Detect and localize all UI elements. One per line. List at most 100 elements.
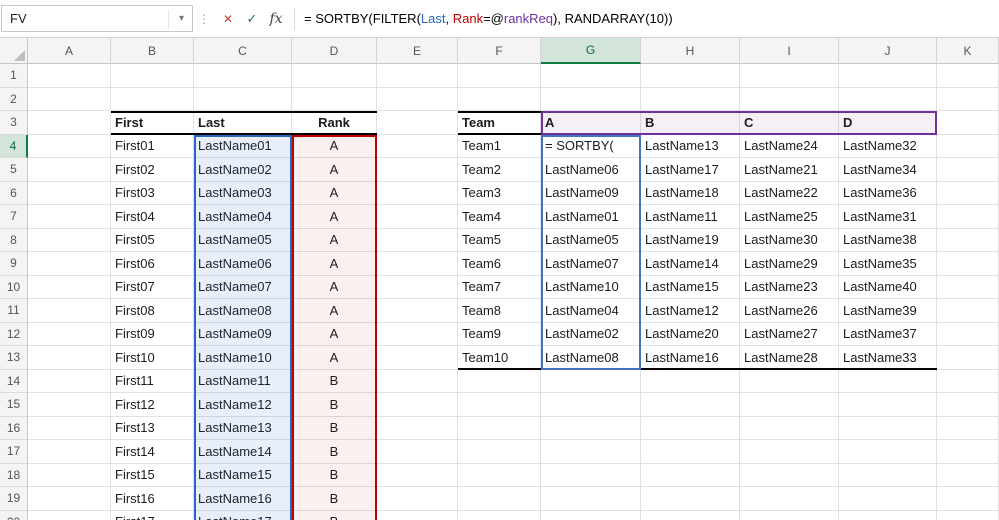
cell-B2[interactable] <box>111 87 194 111</box>
cell-J7[interactable]: LastName31 <box>839 205 937 229</box>
cell-J9[interactable]: LastName35 <box>839 252 937 276</box>
cell-E11[interactable] <box>377 299 458 323</box>
cancel-button[interactable]: ✕ <box>216 7 240 31</box>
cell-H17[interactable] <box>641 440 740 464</box>
cell-H11[interactable]: LastName12 <box>641 299 740 323</box>
cell-I11[interactable]: LastName26 <box>740 299 839 323</box>
cell-E16[interactable] <box>377 416 458 440</box>
cell-B7[interactable]: First04 <box>111 205 194 229</box>
cell-E19[interactable] <box>377 487 458 511</box>
column-header-D[interactable]: D <box>292 38 377 64</box>
cell-C17[interactable]: LastName14 <box>194 440 292 464</box>
cell-E8[interactable] <box>377 228 458 252</box>
row-header-12[interactable]: 12 <box>0 322 28 346</box>
cell-E14[interactable] <box>377 369 458 393</box>
cell-D8[interactable]: A <box>292 228 377 252</box>
cell-D12[interactable]: A <box>292 322 377 346</box>
cell-G10[interactable]: LastName10 <box>541 275 641 299</box>
cell-B12[interactable]: First09 <box>111 322 194 346</box>
cell-K11[interactable] <box>937 299 999 323</box>
cell-G9[interactable]: LastName07 <box>541 252 641 276</box>
cell-D20[interactable]: B <box>292 510 377 520</box>
cell-E5[interactable] <box>377 158 458 182</box>
cell-E13[interactable] <box>377 346 458 370</box>
cell-J15[interactable] <box>839 393 937 417</box>
cell-A19[interactable] <box>28 487 111 511</box>
cell-D6[interactable]: A <box>292 181 377 205</box>
cell-E1[interactable] <box>377 64 458 88</box>
cell-G20[interactable] <box>541 510 641 520</box>
cell-I17[interactable] <box>740 440 839 464</box>
cell-G18[interactable] <box>541 463 641 487</box>
row-header-14[interactable]: 14 <box>0 369 28 393</box>
cell-I6[interactable]: LastName22 <box>740 181 839 205</box>
cell-D9[interactable]: A <box>292 252 377 276</box>
cell-J3[interactable]: D <box>839 111 937 135</box>
cell-F6[interactable]: Team3 <box>458 181 541 205</box>
cell-G15[interactable] <box>541 393 641 417</box>
cell-F16[interactable] <box>458 416 541 440</box>
cell-B16[interactable]: First13 <box>111 416 194 440</box>
cell-H1[interactable] <box>641 64 740 88</box>
cell-F8[interactable]: Team5 <box>458 228 541 252</box>
cell-J6[interactable]: LastName36 <box>839 181 937 205</box>
cell-K6[interactable] <box>937 181 999 205</box>
cell-C1[interactable] <box>194 64 292 88</box>
cell-A13[interactable] <box>28 346 111 370</box>
cell-F18[interactable] <box>458 463 541 487</box>
cell-I3[interactable]: C <box>740 111 839 135</box>
cell-H15[interactable] <box>641 393 740 417</box>
cell-A14[interactable] <box>28 369 111 393</box>
cell-F3[interactable]: Team <box>458 111 541 135</box>
cell-C5[interactable]: LastName02 <box>194 158 292 182</box>
column-header-I[interactable]: I <box>740 38 839 64</box>
cell-B14[interactable]: First11 <box>111 369 194 393</box>
column-header-B[interactable]: B <box>111 38 194 64</box>
cell-J11[interactable]: LastName39 <box>839 299 937 323</box>
column-header-K[interactable]: K <box>937 38 999 64</box>
cell-J1[interactable] <box>839 64 937 88</box>
column-header-J[interactable]: J <box>839 38 937 64</box>
cell-E18[interactable] <box>377 463 458 487</box>
cell-H6[interactable]: LastName18 <box>641 181 740 205</box>
cell-G19[interactable] <box>541 487 641 511</box>
cell-A17[interactable] <box>28 440 111 464</box>
row-header-2[interactable]: 2 <box>0 87 28 111</box>
cell-A6[interactable] <box>28 181 111 205</box>
cell-B8[interactable]: First05 <box>111 228 194 252</box>
cell-F5[interactable]: Team2 <box>458 158 541 182</box>
cell-E3[interactable] <box>377 111 458 135</box>
cell-J13[interactable]: LastName33 <box>839 346 937 370</box>
cell-K9[interactable] <box>937 252 999 276</box>
cell-J20[interactable] <box>839 510 937 520</box>
cell-E20[interactable] <box>377 510 458 520</box>
cell-A18[interactable] <box>28 463 111 487</box>
cell-C14[interactable]: LastName11 <box>194 369 292 393</box>
cell-A11[interactable] <box>28 299 111 323</box>
cell-C19[interactable]: LastName16 <box>194 487 292 511</box>
cell-E6[interactable] <box>377 181 458 205</box>
cell-C9[interactable]: LastName06 <box>194 252 292 276</box>
cell-H19[interactable] <box>641 487 740 511</box>
cell-F14[interactable] <box>458 369 541 393</box>
cell-D10[interactable]: A <box>292 275 377 299</box>
cell-I15[interactable] <box>740 393 839 417</box>
formula-input[interactable]: = SORTBY(FILTER(Last, Rank=@rankReq), RA… <box>304 11 673 26</box>
cell-K15[interactable] <box>937 393 999 417</box>
cell-H2[interactable] <box>641 87 740 111</box>
row-header-17[interactable]: 17 <box>0 440 28 464</box>
column-header-E[interactable]: E <box>377 38 458 64</box>
cell-B19[interactable]: First16 <box>111 487 194 511</box>
cell-B9[interactable]: First06 <box>111 252 194 276</box>
cell-E2[interactable] <box>377 87 458 111</box>
cell-H10[interactable]: LastName15 <box>641 275 740 299</box>
row-header-4[interactable]: 4 <box>0 134 28 158</box>
cell-F1[interactable] <box>458 64 541 88</box>
cell-B15[interactable]: First12 <box>111 393 194 417</box>
cell-J17[interactable] <box>839 440 937 464</box>
cell-D14[interactable]: B <box>292 369 377 393</box>
row-header-5[interactable]: 5 <box>0 158 28 182</box>
cell-D16[interactable]: B <box>292 416 377 440</box>
cell-D7[interactable]: A <box>292 205 377 229</box>
cell-J10[interactable]: LastName40 <box>839 275 937 299</box>
